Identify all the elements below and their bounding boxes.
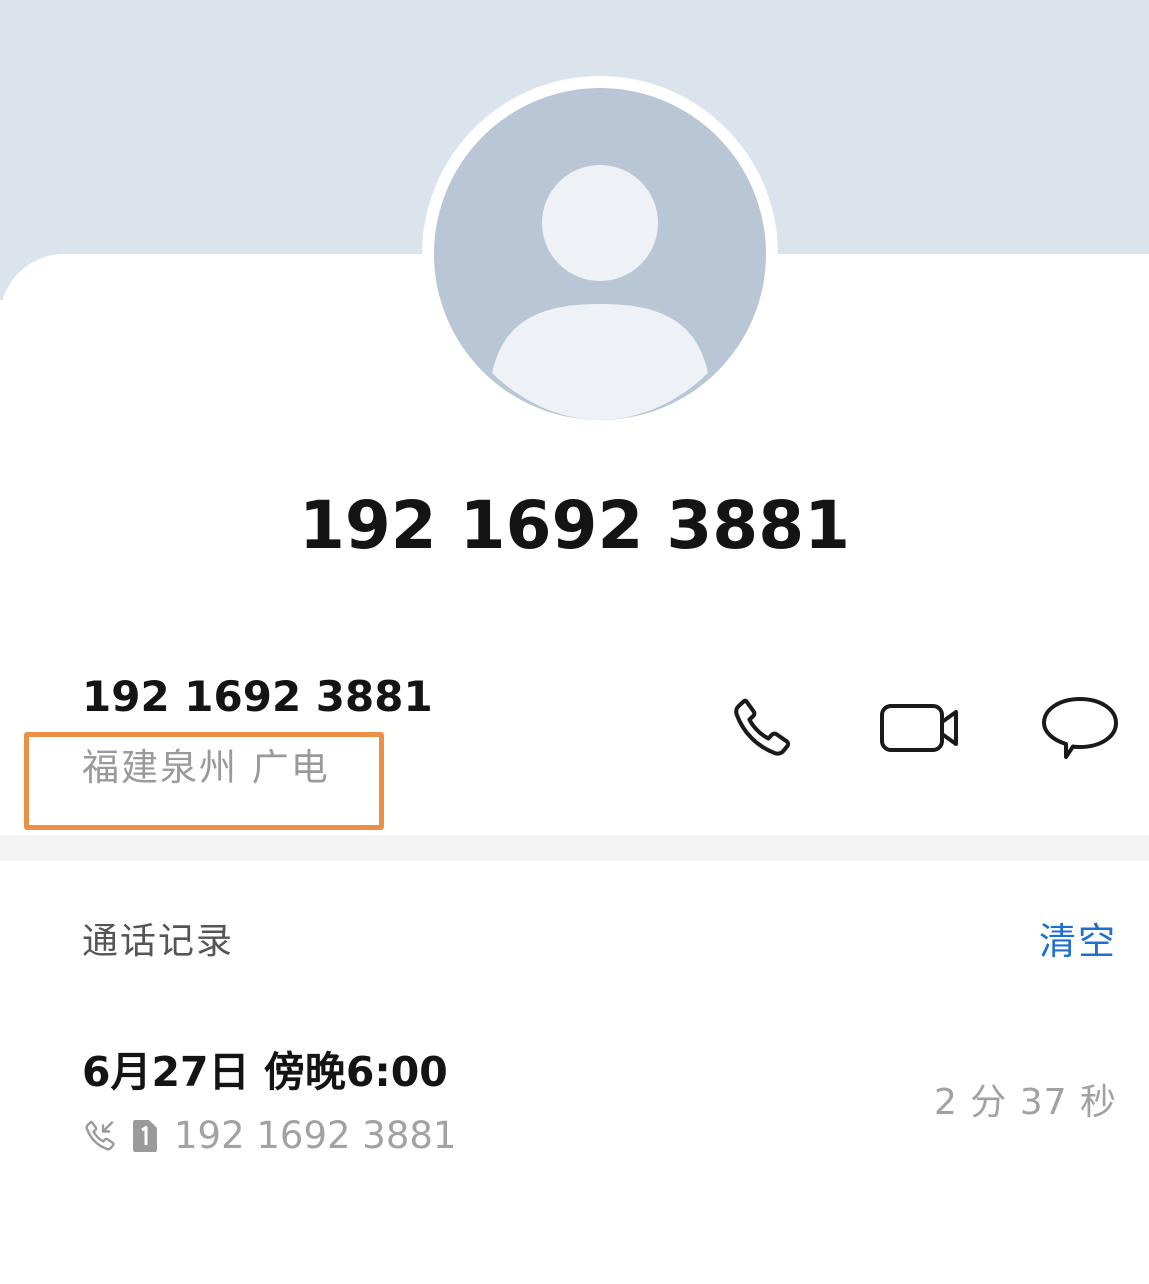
section-divider — [0, 835, 1149, 861]
default-avatar-icon — [434, 88, 766, 420]
call-log-title: 通话记录 — [82, 921, 235, 962]
contact-detail-page: 192 1692 3881 192 1692 3881 福建泉州 广电 通话记录… — [0, 0, 1149, 1284]
call-record-time: 6月27日 傍晚6:00 — [82, 1048, 448, 1096]
phone-number[interactable]: 192 1692 3881 — [82, 671, 433, 723]
call-button[interactable] — [718, 690, 806, 770]
clear-call-log-button[interactable]: 清空 — [1039, 918, 1117, 966]
sim-1-icon — [132, 1119, 158, 1153]
video-call-icon — [878, 700, 962, 760]
video-call-button[interactable] — [876, 690, 964, 770]
call-record-meta: 192 1692 3881 — [82, 1114, 456, 1158]
page-title: 192 1692 3881 — [298, 487, 851, 564]
call-record-duration: 2 分 37 秒 — [933, 1082, 1117, 1123]
message-icon — [1040, 693, 1120, 767]
call-record-number: 192 1692 3881 — [174, 1114, 457, 1157]
phone-icon — [727, 693, 797, 767]
highlight-annotation — [24, 732, 384, 830]
incoming-call-icon — [82, 1118, 118, 1154]
call-record-row[interactable]: 6月27日 傍晚6:00 192 1692 3881 2 分 37 秒 — [0, 1030, 1149, 1180]
message-button[interactable] — [1036, 690, 1124, 770]
avatar[interactable] — [422, 76, 778, 432]
